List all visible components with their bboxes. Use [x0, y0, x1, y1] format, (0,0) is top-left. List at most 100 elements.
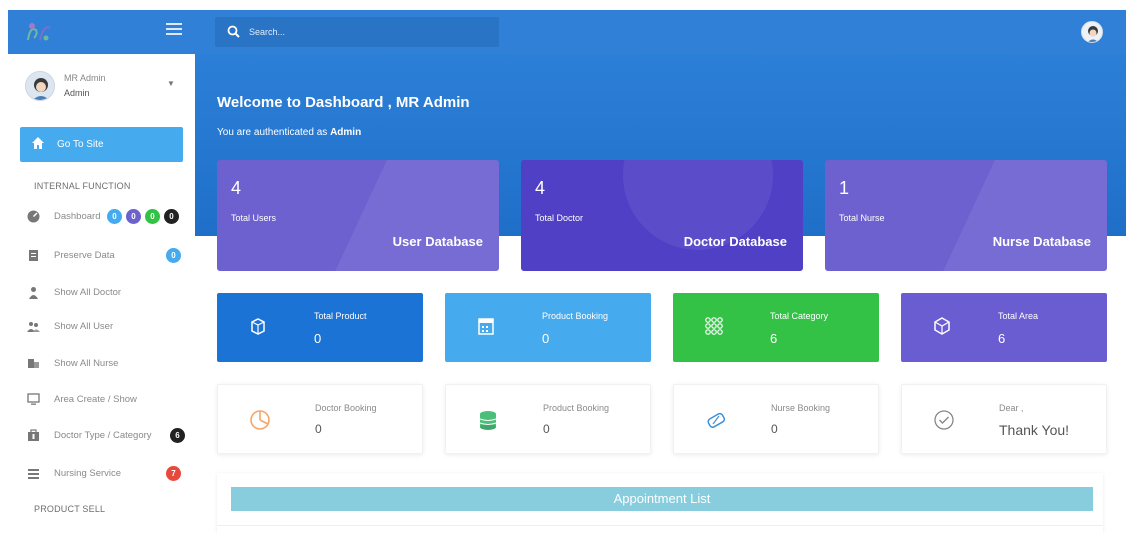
sidebar-item-label: Doctor Type / Category: [54, 430, 152, 441]
section-title-product-sell: PRODUCT SELL: [34, 504, 106, 514]
sidebar-item-label: Area Create / Show: [54, 394, 137, 405]
sidebar-item-label: Show All Nurse: [54, 358, 119, 369]
appointment-list-title: Appointment List: [231, 487, 1093, 511]
stat-label: Total Category: [770, 311, 829, 321]
users-icon: [27, 322, 40, 332]
sidebar-item-show-all-doctor[interactable]: Show All Doctor: [20, 281, 190, 305]
product-booking-card[interactable]: Product Booking 0: [445, 293, 651, 362]
badge: 6: [170, 428, 185, 443]
user-role: Admin: [64, 88, 90, 98]
badge: 0: [107, 209, 122, 224]
info-value: 0: [543, 422, 550, 436]
grid-icon: [705, 317, 723, 335]
pie-chart-icon: [250, 410, 270, 430]
info-value: 0: [315, 422, 322, 436]
service-icon: [28, 469, 39, 479]
card-label: Total Nurse: [839, 213, 885, 223]
doctor-database-link[interactable]: Doctor Database: [684, 234, 787, 249]
dashboard-icon: [27, 210, 40, 223]
hamburger-menu-icon[interactable]: [166, 23, 182, 37]
total-area-card[interactable]: Total Area 6: [901, 293, 1107, 362]
sidebar-item-doctor-type-category[interactable]: Doctor Type / Category 6: [20, 424, 190, 448]
badge: 0: [166, 248, 181, 263]
profile-avatar[interactable]: [1081, 21, 1103, 43]
search-input[interactable]: [249, 25, 489, 39]
main-content: Welcome to Dashboard , MR Admin You are …: [195, 54, 1126, 533]
badge: 0: [126, 209, 141, 224]
go-to-site-label: Go To Site: [57, 139, 104, 150]
database-icon: [479, 411, 497, 430]
user-panel[interactable]: MR Admin Admin ▼: [8, 66, 195, 122]
nurse-booking-card[interactable]: Nurse Booking 0: [673, 384, 879, 454]
pill-icon: [707, 412, 726, 428]
sidebar-item-label: Preserve Data: [54, 250, 115, 261]
card-value: 4: [231, 178, 242, 198]
info-value: 0: [771, 422, 778, 436]
home-icon: [32, 137, 44, 149]
user-database-card[interactable]: 4 Total Users User Database: [217, 160, 499, 271]
calendar-icon: [478, 318, 494, 335]
card-value: 1: [839, 178, 850, 198]
monitor-icon: [27, 393, 40, 405]
card-value: 4: [535, 178, 546, 198]
auth-role: Admin: [330, 127, 362, 138]
doctor-icon: [29, 287, 38, 299]
sidebar-item-label: Show All User: [54, 321, 114, 332]
product-booking-info-card[interactable]: Product Booking 0: [445, 384, 651, 454]
go-to-site-button[interactable]: Go To Site: [20, 127, 183, 162]
category-icon: [28, 429, 39, 441]
stat-label: Product Booking: [542, 311, 609, 321]
avatar: [25, 71, 55, 101]
auth-status: You are authenticated as Admin: [217, 127, 361, 138]
info-label: Doctor Booking: [315, 403, 377, 413]
card-label: Total Users: [231, 213, 277, 223]
total-product-card[interactable]: Total Product 0: [217, 293, 423, 362]
search-icon: [227, 25, 240, 38]
badge: 0: [145, 209, 160, 224]
topbar: [195, 10, 1126, 54]
badge: 0: [164, 209, 179, 224]
nurse-database-card[interactable]: 1 Total Nurse Nurse Database: [825, 160, 1107, 271]
stat-value: 6: [770, 331, 778, 346]
search-box[interactable]: [215, 17, 499, 47]
chevron-down-icon[interactable]: ▼: [167, 79, 175, 88]
divider: [217, 525, 1103, 526]
sidebar-item-area-create-show[interactable]: Area Create / Show: [20, 388, 190, 412]
box-icon: [251, 318, 265, 335]
check-circle-icon: [934, 410, 954, 430]
nurse-icon: [28, 359, 39, 368]
stat-value: 6: [998, 331, 1006, 346]
nurse-database-link[interactable]: Nurse Database: [993, 234, 1091, 249]
doctor-booking-card[interactable]: Doctor Booking 0: [217, 384, 423, 454]
section-title-internal-function: INTERNAL FUNCTION: [34, 181, 131, 191]
page-title: Welcome to Dashboard , MR Admin: [217, 94, 470, 111]
user-database-link[interactable]: User Database: [393, 234, 483, 249]
info-label: Product Booking: [543, 403, 610, 413]
sidebar-item-dashboard[interactable]: Dashboard 0 0 0 0: [20, 205, 190, 229]
sidebar-item-preserve-data[interactable]: Preserve Data 0: [20, 244, 190, 268]
info-label: Nurse Booking: [771, 403, 831, 413]
thank-you-card: Dear , Thank You!: [901, 384, 1107, 454]
auth-prefix: You are authenticated as: [217, 127, 328, 138]
sidebar-item-show-all-user[interactable]: Show All User: [20, 315, 190, 339]
logo-icon[interactable]: [24, 20, 54, 44]
list-icon: [29, 250, 38, 261]
info-label: Dear ,: [999, 403, 1024, 413]
badge: 7: [166, 466, 181, 481]
sidebar-item-label: Show All Doctor: [54, 287, 122, 298]
cube-icon: [934, 317, 950, 335]
logo-bar: [8, 10, 195, 54]
stat-value: 0: [542, 331, 550, 346]
card-label: Total Doctor: [535, 213, 584, 223]
user-name: MR Admin: [64, 73, 106, 83]
info-value: Thank You!: [999, 422, 1070, 438]
sidebar-item-label: Dashboard: [54, 211, 101, 222]
sidebar: MR Admin Admin ▼ Go To Site INTERNAL FUN…: [8, 10, 195, 533]
sidebar-item-show-all-nurse[interactable]: Show All Nurse: [20, 352, 190, 376]
appointment-list-panel: Appointment List: [217, 473, 1103, 533]
sidebar-item-nursing-service[interactable]: Nursing Service 7: [20, 462, 190, 486]
doctor-database-card[interactable]: 4 Total Doctor Doctor Database: [521, 160, 803, 271]
stat-value: 0: [314, 331, 322, 346]
total-category-card[interactable]: Total Category 6: [673, 293, 879, 362]
sidebar-item-label: Nursing Service: [54, 468, 122, 479]
